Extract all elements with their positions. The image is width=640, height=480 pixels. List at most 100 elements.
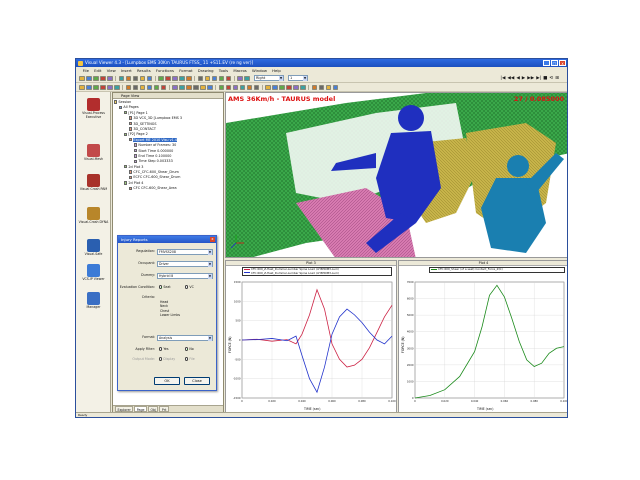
toolbar-tool-icon[interactable]: [265, 84, 271, 90]
filter-yes-option[interactable]: Yes: [159, 346, 169, 353]
occupant-select[interactable]: Driver ▼: [157, 261, 213, 267]
filter-no-option[interactable]: No: [185, 346, 194, 353]
toolbar-tool-icon[interactable]: [232, 84, 238, 90]
menu-tools[interactable]: Tools: [216, 67, 231, 74]
menu-window[interactable]: Window: [249, 67, 269, 74]
rewind-icon[interactable]: ◀◀: [507, 76, 514, 82]
ok-button[interactable]: OK: [154, 377, 180, 385]
3d-viewport[interactable]: AMS 36Km/h - TAURUS model 27 / 0.085000: [225, 92, 567, 258]
toolbar-tool-icon[interactable]: [204, 75, 210, 81]
radio-unchecked[interactable]: [159, 347, 163, 351]
regulation-select[interactable]: FMVSS208 ▼: [157, 249, 213, 255]
toolbar-tool-icon[interactable]: [139, 84, 145, 90]
radio-disabled[interactable]: [185, 357, 189, 361]
launcher-crash-pam[interactable]: Visual Crash PAM: [78, 174, 109, 192]
toolbar-tool-icon[interactable]: [179, 84, 185, 90]
toolbar-tool-icon[interactable]: [272, 84, 278, 90]
launcher-viewer[interactable]: VCS-IP Viewer: [78, 264, 109, 282]
toolbar-tool-icon[interactable]: [107, 75, 113, 81]
evaluation-seat-option[interactable]: Seat: [159, 284, 171, 291]
tree-item[interactable]: CFC CFC-600_Shear_Area: [114, 186, 224, 191]
menu-functions[interactable]: Functions: [153, 67, 176, 74]
toolbar-tool-icon[interactable]: [139, 75, 145, 81]
output-file-option[interactable]: File: [185, 356, 195, 363]
launcher-executive[interactable]: Visual-Process Executive: [78, 98, 109, 120]
launcher-crash-dyna[interactable]: Visual-Crash DYNA: [78, 207, 109, 225]
plot-3-pane[interactable]: Plot 3 CFC 600_Z-Hast_Dummer-Lumbar Spin…: [225, 260, 397, 413]
toolbar-tool-icon[interactable]: [207, 84, 213, 90]
menu-format[interactable]: Format: [177, 67, 196, 74]
menu-macros[interactable]: Macros: [231, 67, 250, 74]
toolbar-tool-icon[interactable]: [125, 75, 131, 81]
toolbar-tool-icon[interactable]: [186, 84, 192, 90]
toolbar-tool-icon[interactable]: [132, 84, 138, 90]
frame-combo[interactable]: 1 ▼: [288, 75, 308, 82]
toolbar-tool-icon[interactable]: [253, 84, 259, 90]
menu-edit[interactable]: Edit: [92, 67, 105, 74]
criteria-item[interactable]: Lower Limbs: [160, 313, 180, 317]
toolbar-tool-icon[interactable]: [325, 84, 331, 90]
radio-unchecked[interactable]: [185, 285, 189, 289]
toolbar-tool-icon[interactable]: [179, 75, 185, 81]
launcher-manager[interactable]: Manager: [78, 292, 109, 310]
toolbar-tool-icon[interactable]: [332, 84, 338, 90]
toolbar-tool-icon[interactable]: [300, 84, 306, 90]
toolbar-tool-icon[interactable]: [100, 75, 106, 81]
toolbar-tool-icon[interactable]: [172, 75, 178, 81]
menu-insert[interactable]: Insert: [118, 67, 134, 74]
menu-drawing[interactable]: Drawing: [195, 67, 216, 74]
title-bar[interactable]: Visual Viewer 4.3 - [Lumpbox EMS 30Km TA…: [76, 59, 567, 67]
toolbar-tool-icon[interactable]: [311, 84, 317, 90]
toolbar-tool-icon[interactable]: [246, 84, 252, 90]
toolbar-tool-icon[interactable]: [237, 75, 243, 81]
launcher-mesh[interactable]: Visual-Mesh: [78, 144, 109, 162]
toolbar-tool-icon[interactable]: [318, 84, 324, 90]
toolbar-tool-icon[interactable]: [153, 84, 159, 90]
toolbar-tool-icon[interactable]: [93, 84, 99, 90]
toolbar-tool-icon[interactable]: [211, 75, 217, 81]
plot-4-pane[interactable]: Plot 4 CFC 600_Shear (of a seat) Contact…: [398, 260, 567, 413]
close-button[interactable]: x: [559, 60, 566, 66]
toolbar-tool-icon[interactable]: [86, 75, 92, 81]
loop-icon[interactable]: ⟲: [549, 76, 553, 82]
toolbar-tool-icon[interactable]: [200, 84, 206, 90]
dialog-close-icon[interactable]: x: [210, 237, 215, 242]
toolbar-tool-icon[interactable]: [197, 75, 203, 81]
toolbar-tool-icon[interactable]: [172, 84, 178, 90]
toolbar-tool-icon[interactable]: [79, 84, 85, 90]
toolbar-tool-icon[interactable]: [132, 75, 138, 81]
menu-view[interactable]: View: [104, 67, 118, 74]
toolbar-tool-icon[interactable]: [218, 84, 224, 90]
grid-icon[interactable]: ⊞: [555, 76, 559, 82]
toolbar-tool-icon[interactable]: [225, 75, 231, 81]
toolbar-tool-icon[interactable]: [93, 75, 99, 81]
toolbar-tool-icon[interactable]: [107, 84, 113, 90]
toolbar-tool-icon[interactable]: [239, 84, 245, 90]
toolbar-tool-icon[interactable]: [193, 84, 199, 90]
toolbar-tool-icon[interactable]: [146, 84, 152, 90]
menu-file[interactable]: File: [80, 67, 92, 74]
toolbar-tool-icon[interactable]: [244, 75, 250, 81]
dummy-select[interactable]: Hybrid III ▼: [157, 273, 213, 279]
output-display-option[interactable]: Display: [159, 356, 175, 363]
last-frame-icon[interactable]: ▶|: [536, 76, 541, 82]
toolbar-tool-icon[interactable]: [165, 75, 171, 81]
menu-help[interactable]: Help: [270, 67, 284, 74]
toolbar-tool-icon[interactable]: [158, 75, 164, 81]
evaluation-vc-option[interactable]: VC: [185, 284, 194, 291]
play-icon[interactable]: ▶: [522, 76, 525, 82]
first-frame-icon[interactable]: |◀: [500, 76, 505, 82]
toolbar-tool-icon[interactable]: [225, 84, 231, 90]
radio-checked[interactable]: [185, 347, 189, 351]
format-select[interactable]: Analysis ▼: [157, 335, 213, 341]
toolbar-tool-icon[interactable]: [79, 75, 85, 81]
menu-results[interactable]: Results: [134, 67, 153, 74]
toolbar-tool-icon[interactable]: [100, 84, 106, 90]
close-dialog-button[interactable]: Close: [184, 377, 210, 385]
dialog-title[interactable]: Injury Reports: [118, 236, 216, 243]
step-back-icon[interactable]: ◀: [516, 76, 519, 82]
toolbar-tool-icon[interactable]: [118, 75, 124, 81]
maximize-button[interactable]: □: [551, 60, 558, 66]
toolbar-tool-icon[interactable]: [218, 75, 224, 81]
radio-checked[interactable]: [159, 285, 163, 289]
